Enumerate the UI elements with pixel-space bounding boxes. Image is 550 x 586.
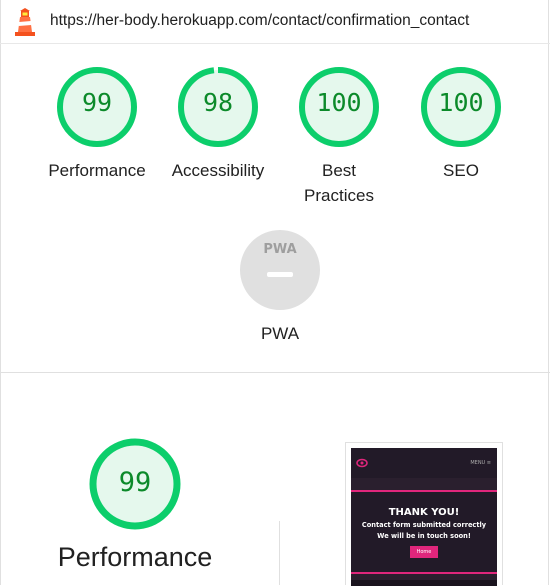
- screenshot-menu: MENU ≡: [470, 460, 491, 466]
- url-bar: https://her-body.herokuapp.com/contact/c…: [0, 0, 550, 44]
- pwa-badge: PWA: [263, 242, 297, 257]
- screenshot-title: THANK YOU!: [388, 507, 460, 518]
- lighthouse-icon: [15, 8, 35, 36]
- gauge-score: 98: [202, 88, 234, 117]
- section-divider: [0, 372, 550, 373]
- screenshot-card: THANK YOU! Contact form submitted correc…: [351, 490, 497, 574]
- gauge-label: Best Practices: [304, 161, 374, 205]
- gauge-score: 100: [438, 88, 484, 117]
- gauge-performance[interactable]: 99 Performance: [47, 66, 147, 183]
- gauge-label: Performance: [48, 161, 146, 180]
- vertical-divider: [279, 521, 280, 585]
- screenshot-line1: Contact form submitted correctly: [361, 521, 487, 529]
- gauge-best-practices[interactable]: 100 Best Practices: [289, 66, 389, 208]
- gauge-score: 99: [118, 467, 152, 498]
- gauge-score: 99: [81, 88, 113, 117]
- page-screenshot-thumbnail[interactable]: MENU ≡ THANK YOU! Contact form submitted…: [345, 442, 503, 586]
- logo-icon: [356, 458, 368, 468]
- performance-gauge-large[interactable]: 99: [85, 434, 185, 534]
- gauge-seo[interactable]: 100 SEO: [411, 66, 511, 183]
- gauge-label: Accessibility: [171, 161, 265, 180]
- pwa-label: PWA: [260, 324, 300, 343]
- screenshot-home-button: Home: [409, 546, 439, 558]
- screenshot-content: MENU ≡ THANK YOU! Contact form submitted…: [351, 448, 497, 586]
- gauge-label: SEO: [443, 161, 479, 180]
- screenshot-navbar: MENU ≡: [351, 448, 497, 478]
- url-text[interactable]: https://her-body.herokuapp.com/contact/c…: [50, 12, 469, 30]
- gauge-accessibility[interactable]: 98 Accessibility: [168, 66, 268, 183]
- gauge-score: 100: [316, 88, 362, 117]
- screenshot-bottom-bar: [351, 580, 497, 586]
- section-title: Performance: [57, 542, 213, 572]
- screenshot-line2: We will be in touch soon!: [377, 532, 471, 540]
- gauge-pwa[interactable]: PWA PWA: [230, 229, 330, 346]
